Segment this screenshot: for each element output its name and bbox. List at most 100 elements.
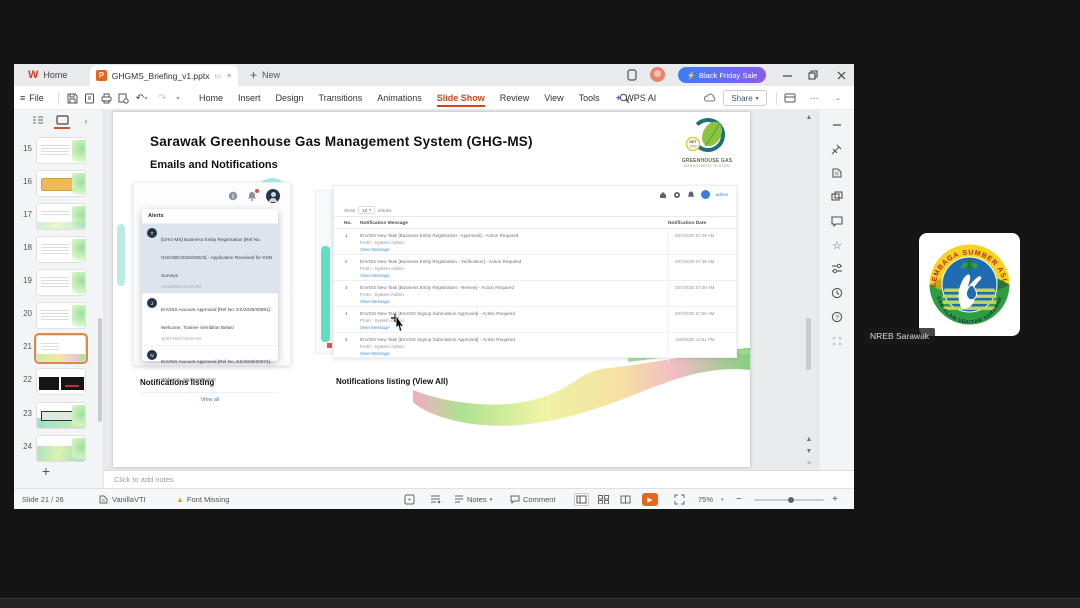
menu-slide-show[interactable]: Slide Show xyxy=(436,89,485,107)
zoom-slider[interactable] xyxy=(754,489,824,510)
slide-view-icon[interactable] xyxy=(54,113,70,129)
caption-right: Notifications listing (View All) xyxy=(336,377,449,386)
zoom-out-button[interactable]: − xyxy=(736,489,742,510)
print-icon[interactable] xyxy=(98,86,114,110)
slide-thumbnail[interactable]: 17 xyxy=(14,202,104,232)
outline-view-icon[interactable] xyxy=(30,113,46,129)
menu-tools[interactable]: Tools xyxy=(579,93,600,103)
alert-item[interactable]: T [GHG-MS] Business Entity Registration … xyxy=(142,224,278,294)
next-slide-icon[interactable]: ▼ xyxy=(804,446,814,456)
window-layout-icon[interactable] xyxy=(626,69,638,81)
menu-design[interactable]: Design xyxy=(276,93,304,103)
view-message-link[interactable]: View Message xyxy=(360,273,390,278)
menu-view[interactable]: View xyxy=(544,93,563,103)
table-row[interactable]: 3 EnVISS New Task [Business Entity Regis… xyxy=(334,281,736,310)
table-row[interactable]: 5 EnVISS New Task [EnVISS Signup Submiss… xyxy=(334,333,736,363)
account-avatar[interactable] xyxy=(650,67,665,82)
restore-button[interactable] xyxy=(800,64,826,86)
slide-thumbnail[interactable]: 20 xyxy=(14,301,104,331)
collapse-sidebar-icon[interactable] xyxy=(830,118,844,132)
menu-animations[interactable]: Animations xyxy=(377,93,422,103)
slide-canvas[interactable]: Sarawak Greenhouse Gas Management System… xyxy=(113,112,750,467)
export-pdf-icon[interactable] xyxy=(81,86,97,110)
view-message-link[interactable]: View Message xyxy=(360,247,390,252)
ribbon-panel-icon[interactable] xyxy=(782,86,798,110)
slide-thumbnail[interactable]: 15 xyxy=(14,136,104,166)
menu-insert[interactable]: Insert xyxy=(238,93,261,103)
partial-screenshot xyxy=(315,190,333,354)
thumbnail-scrollbar[interactable] xyxy=(98,318,102,422)
normal-view-button[interactable] xyxy=(574,493,589,506)
comment-toggle[interactable]: Comment xyxy=(510,489,556,510)
lightning-icon: ⚡ xyxy=(686,70,696,80)
help-icon[interactable]: ? xyxy=(830,310,844,324)
alert-item[interactable]: J EnVISS Account Approved [Ref No. ES/20… xyxy=(142,294,278,346)
history-clock-icon[interactable] xyxy=(830,286,844,300)
fit-slide-icon[interactable] xyxy=(674,489,685,510)
close-button[interactable] xyxy=(828,64,854,86)
cloud-sync-icon[interactable] xyxy=(702,86,718,110)
slide-thumbnail[interactable]: 16 xyxy=(14,169,104,199)
table-row[interactable]: 2 EnVISS New Task [Business Entity Regis… xyxy=(334,255,736,284)
slide-nav-menu-icon[interactable]: ≡ xyxy=(804,458,814,468)
search-icon[interactable] xyxy=(616,86,632,110)
editor-scrollbar[interactable] xyxy=(806,318,811,370)
scroll-up-icon[interactable]: ▲ xyxy=(804,112,814,122)
slide-thumbnail-selected[interactable]: 21 xyxy=(14,333,104,364)
style-tools-icon[interactable] xyxy=(830,142,844,156)
zoom-level[interactable]: 75% xyxy=(698,489,713,510)
zoom-slider-handle[interactable] xyxy=(788,496,794,503)
slideshow-play-button[interactable]: ▶ xyxy=(642,489,658,510)
save-icon[interactable] xyxy=(64,86,80,110)
notes-area[interactable]: Click to add notes xyxy=(104,470,854,488)
slide-thumbnail[interactable]: 23 xyxy=(14,401,104,431)
zoom-dropdown-icon[interactable]: ▾ xyxy=(721,489,724,510)
shapes-icon[interactable] xyxy=(830,190,844,204)
thumbnail-preview xyxy=(36,203,86,230)
tab-document[interactable]: P GHGMS_Briefing_v1.pptx ▭ ✳ xyxy=(90,65,238,86)
slide-thumbnail[interactable]: 22 xyxy=(14,367,104,397)
menu-review[interactable]: Review xyxy=(500,93,530,103)
apps-grid-icon[interactable] xyxy=(830,334,844,348)
minimize-button[interactable] xyxy=(774,64,800,86)
entries-select[interactable]: 10 ▾ xyxy=(358,206,376,214)
print-preview-icon[interactable] xyxy=(115,86,131,110)
table-row[interactable]: 1 EnVISS New Task [Business Entity Regis… xyxy=(334,229,736,258)
menu-transitions[interactable]: Transitions xyxy=(319,93,363,103)
add-slide-button[interactable]: + xyxy=(36,462,56,480)
previous-slide-icon[interactable]: ▲ xyxy=(804,434,814,444)
collapse-panel-icon[interactable]: › xyxy=(78,113,94,129)
black-friday-sale-button[interactable]: ⚡ Black Friday Sale xyxy=(678,67,766,83)
view-all-link[interactable]: View all xyxy=(142,392,278,407)
vanilla-tag-icon[interactable]: R xyxy=(830,166,844,180)
new-tab-button[interactable]: + New xyxy=(250,64,280,86)
tab-home[interactable]: W Home xyxy=(18,64,77,86)
slide-thumbnail[interactable]: 18 xyxy=(14,235,104,265)
font-missing-warning[interactable]: ▲ Font Missing xyxy=(176,489,229,510)
comment-panel-icon[interactable] xyxy=(830,214,844,228)
menu-home[interactable]: Home xyxy=(199,93,223,103)
slide-sorter-button[interactable] xyxy=(598,489,609,510)
share-button[interactable]: Share ▾ xyxy=(723,90,767,106)
settings-sliders-icon[interactable] xyxy=(830,262,844,276)
star-resources-icon[interactable]: ☆ xyxy=(830,238,844,252)
collapse-ribbon-icon[interactable]: ⌄ xyxy=(830,86,846,110)
notes-toggle[interactable]: Notes ▾ xyxy=(454,489,492,510)
more-options-icon[interactable]: ⋯ xyxy=(806,86,822,110)
home-icon xyxy=(659,191,666,198)
redo-icon[interactable]: ↷ xyxy=(154,86,170,110)
tab-chat-icon[interactable]: ▭ xyxy=(215,72,222,80)
thumbnail-toggle-icon[interactable] xyxy=(404,489,415,510)
undo-dropdown-icon[interactable]: ▾ xyxy=(142,86,150,110)
notes-panel-icon[interactable] xyxy=(430,489,441,510)
view-message-link[interactable]: View Message xyxy=(360,325,390,330)
view-message-link[interactable]: View Message xyxy=(360,351,390,356)
zoom-in-button[interactable]: + xyxy=(832,489,838,510)
toolbar-more-icon[interactable]: ▾ xyxy=(170,86,186,110)
theme-indicator[interactable]: R VanillaVTI xyxy=(98,489,146,510)
view-message-link[interactable]: View Message xyxy=(360,299,390,304)
reading-view-button[interactable] xyxy=(620,489,631,510)
slide-thumbnail[interactable]: 24 xyxy=(14,434,104,464)
slide-thumbnail[interactable]: 19 xyxy=(14,268,104,298)
file-menu[interactable]: ≡ File xyxy=(20,86,44,110)
